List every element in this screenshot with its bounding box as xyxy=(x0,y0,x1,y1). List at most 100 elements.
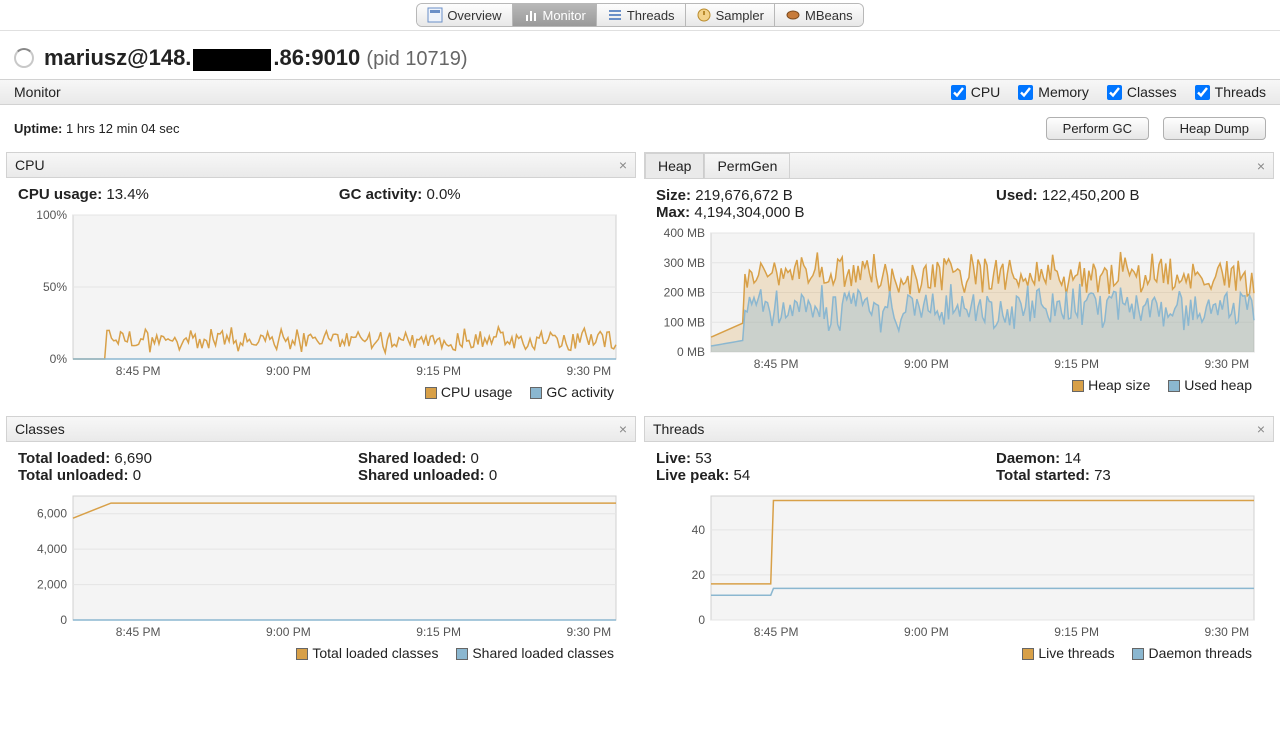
classes-stats: Total loaded: 6,690 Shared loaded: 0 Tot… xyxy=(18,450,624,484)
tab-heap[interactable]: Heap xyxy=(645,153,704,178)
checkbox-threads[interactable]: Threads xyxy=(1195,84,1266,100)
panel-threads-body: Live: 53 Daemon: 14 Live peak: 54 Total … xyxy=(644,442,1274,669)
svg-text:300 MB: 300 MB xyxy=(664,256,705,270)
checkbox-cpu[interactable]: CPU xyxy=(951,84,1001,100)
total-unloaded-stat: Total unloaded: 0 xyxy=(18,467,278,484)
svg-text:9:15 PM: 9:15 PM xyxy=(416,625,461,639)
tab-threads[interactable]: Threads xyxy=(597,4,686,26)
panel-cpu-body: CPU usage: 13.4% GC activity: 0.0% 0%50%… xyxy=(6,178,636,408)
svg-text:40: 40 xyxy=(692,523,706,537)
title-row: mariusz@148..86:9010 (pid 10719) xyxy=(0,31,1280,79)
panel-threads-head: Threads × xyxy=(644,416,1274,442)
panel-classes-title: Classes xyxy=(15,421,65,437)
svg-text:4,000: 4,000 xyxy=(37,542,67,556)
svg-text:9:15 PM: 9:15 PM xyxy=(416,364,461,378)
uptime-value: 1 hrs 12 min 04 sec xyxy=(66,121,179,136)
checkbox-memory[interactable]: Memory xyxy=(1018,84,1089,100)
page-title: mariusz@148..86:9010 (pid 10719) xyxy=(44,45,468,71)
legend-live-threads: Live threads xyxy=(1022,645,1114,661)
heap-tabs: Heap PermGen xyxy=(645,153,790,178)
svg-text:9:00 PM: 9:00 PM xyxy=(904,625,949,639)
live-stat: Live: 53 xyxy=(656,450,916,467)
legend-cpu-usage-label: CPU usage xyxy=(441,384,513,400)
swatch-icon xyxy=(425,387,437,399)
legend-daemon-threads: Daemon threads xyxy=(1132,645,1252,661)
totalstarted-value: 73 xyxy=(1094,467,1111,484)
redacted-block xyxy=(193,49,271,71)
heap-chart: 0 MB100 MB200 MB300 MB400 MB8:45 PM9:00 … xyxy=(656,227,1262,372)
gc-activity-value: 0.0% xyxy=(426,186,460,203)
legend-shared-loaded: Shared loaded classes xyxy=(456,645,614,661)
checkbox-memory-label: Memory xyxy=(1038,84,1089,100)
shared-loaded-value: 0 xyxy=(471,450,479,467)
daemon-value: 14 xyxy=(1064,450,1081,467)
svg-text:9:30 PM: 9:30 PM xyxy=(566,625,611,639)
close-icon[interactable]: × xyxy=(619,421,627,437)
title-user: mariusz@148. xyxy=(44,45,191,70)
monitor-toolbar: Monitor CPU Memory Classes Threads xyxy=(0,79,1280,105)
shared-unloaded-stat: Shared unloaded: 0 xyxy=(358,467,497,484)
legend-shared-loaded-label: Shared loaded classes xyxy=(472,645,614,661)
tab-mbeans[interactable]: MBeans xyxy=(775,4,863,26)
tab-permgen[interactable]: PermGen xyxy=(704,153,790,178)
legend-used-heap: Used heap xyxy=(1168,377,1252,393)
panel-threads: Threads × Live: 53 Daemon: 14 Live peak:… xyxy=(644,416,1274,669)
tab-sampler[interactable]: Sampler xyxy=(686,4,775,26)
tab-overview-label: Overview xyxy=(447,8,501,23)
panel-cpu: CPU × CPU usage: 13.4% GC activity: 0.0%… xyxy=(6,152,636,408)
threads-chart: 020408:45 PM9:00 PM9:15 PM9:30 PM xyxy=(656,490,1262,640)
panel-classes-head: Classes × xyxy=(6,416,636,442)
svg-text:100%: 100% xyxy=(36,209,67,222)
panel-threads-title: Threads xyxy=(653,421,704,437)
checkbox-classes-input[interactable] xyxy=(1107,85,1122,100)
swatch-icon xyxy=(530,387,542,399)
close-icon[interactable]: × xyxy=(619,157,627,173)
heap-dump-button[interactable]: Heap Dump xyxy=(1163,117,1266,140)
legend-cpu-usage: CPU usage xyxy=(425,384,513,400)
tab-monitor[interactable]: Monitor xyxy=(513,4,597,26)
legend-gc-activity: GC activity xyxy=(530,384,614,400)
panel-cpu-title: CPU xyxy=(15,157,45,173)
close-icon[interactable]: × xyxy=(1257,421,1265,437)
checkbox-classes[interactable]: Classes xyxy=(1107,84,1177,100)
svg-text:6,000: 6,000 xyxy=(37,507,67,521)
tab-monitor-label: Monitor xyxy=(543,8,586,23)
legend-used-heap-label: Used heap xyxy=(1184,377,1252,393)
heap-max-value: 4,194,304,000 B xyxy=(694,204,804,221)
close-icon[interactable]: × xyxy=(1257,158,1265,174)
uptime-row: Uptime: 1 hrs 12 min 04 sec Perform GC H… xyxy=(0,105,1280,152)
shared-loaded-stat: Shared loaded: 0 xyxy=(358,450,479,467)
checkbox-memory-input[interactable] xyxy=(1018,85,1033,100)
livepeak-value: 54 xyxy=(734,467,751,484)
checkbox-threads-input[interactable] xyxy=(1195,85,1210,100)
title-host: .86:9010 xyxy=(273,45,360,70)
swatch-icon xyxy=(456,648,468,660)
cpu-usage-value: 13.4% xyxy=(106,186,149,203)
toolbar-checkboxes: CPU Memory Classes Threads xyxy=(951,84,1266,100)
tab-threads-label: Threads xyxy=(627,8,675,23)
svg-text:8:45 PM: 8:45 PM xyxy=(116,625,161,639)
daemon-label: Daemon: xyxy=(996,450,1060,467)
checkbox-cpu-input[interactable] xyxy=(951,85,966,100)
swatch-icon xyxy=(1072,380,1084,392)
swatch-icon xyxy=(1168,380,1180,392)
shared-unloaded-label: Shared unloaded: xyxy=(358,467,485,484)
svg-text:9:30 PM: 9:30 PM xyxy=(1204,357,1249,371)
perform-gc-button[interactable]: Perform GC xyxy=(1046,117,1149,140)
panel-classes: Classes × Total loaded: 6,690 Shared loa… xyxy=(6,416,636,669)
cpu-usage-stat: CPU usage: 13.4% xyxy=(18,186,149,203)
legend-total-loaded-label: Total loaded classes xyxy=(312,645,438,661)
panel-cpu-head: CPU × xyxy=(6,152,636,178)
main-tab-bar: Overview Monitor Threads Sampler MBeans xyxy=(0,0,1280,31)
heap-max-stat: Max: 4,194,304,000 B xyxy=(656,204,1262,221)
legend-daemon-threads-label: Daemon threads xyxy=(1148,645,1252,661)
main-tab-segment: Overview Monitor Threads Sampler MBeans xyxy=(417,4,862,26)
svg-text:200 MB: 200 MB xyxy=(664,286,705,300)
tab-overview[interactable]: Overview xyxy=(417,4,512,26)
live-label: Live: xyxy=(656,450,691,467)
heap-size-stat: Size: 219,676,672 B xyxy=(656,187,916,204)
classes-chart: 02,0004,0006,0008:45 PM9:00 PM9:15 PM9:3… xyxy=(18,490,624,640)
svg-text:9:15 PM: 9:15 PM xyxy=(1054,625,1099,639)
threads-icon xyxy=(607,7,623,23)
overview-icon xyxy=(427,7,443,23)
